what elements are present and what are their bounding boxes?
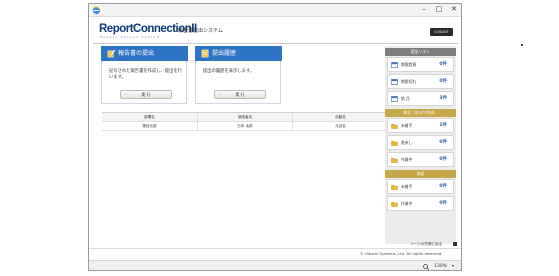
zoom-level[interactable]: 130% <box>434 264 447 269</box>
submission-list-header: 提出リスト <box>385 48 456 56</box>
header-divider <box>93 43 458 44</box>
copyright: © Hitachi Systems, Ltd. All rights reser… <box>360 251 443 256</box>
sidebar-item-my-not-started[interactable]: 未着手 1件 <box>387 118 454 133</box>
sidebar-item-count: 0件 <box>439 140 447 145</box>
pencil-note-icon <box>107 49 116 58</box>
sidebar-item-label: 差戻し <box>401 140 413 145</box>
footer-divider <box>89 248 461 249</box>
sidebar-item-previous-month[interactable]: 前 月 3件 <box>387 91 454 106</box>
sidebar-item-approval-not-started[interactable]: 未着手 0件 <box>387 179 454 194</box>
sidebar-item-my-in-progress[interactable]: 作業中 0件 <box>387 152 454 167</box>
sidebar-item-approval-in-progress[interactable]: 作業中 0件 <box>387 196 454 211</box>
column-header: 部署名 <box>144 115 155 119</box>
zoom-icon <box>423 264 429 270</box>
submit-report-card-title: 報告書の提出 <box>118 50 155 57</box>
sidebar-item-count: 0件 <box>439 201 447 206</box>
sidebar-item-count: 1件 <box>439 123 447 128</box>
status-sidebar: 提出リスト 期限超過 0件 期限切れ 0件 前 月 3件 報告（自分が作成） 未… <box>385 46 456 244</box>
table-row: 第百元部 日本 太郎 元自名 <box>102 122 388 131</box>
table-cell: 日本 太郎 <box>197 122 292 131</box>
table-header-row: 部署名 使用者名 自動名 <box>102 113 388 122</box>
column-header: 使用者名 <box>197 113 292 122</box>
history-execute-button[interactable]: › 実 行 <box>214 90 266 99</box>
app-header: ReportConnectionII Report Output System … <box>89 17 461 44</box>
history-card-title: 提出履歴 <box>212 50 237 57</box>
logout-button[interactable]: LOGOUT <box>430 28 453 36</box>
chevron-down-icon[interactable]: ▾ <box>452 263 454 268</box>
submit-report-description: 記号された報告書を作成し、提出を行います。 <box>109 69 183 80</box>
screen: – □ ✕ ReportConnectionII Report Output S… <box>0 0 559 276</box>
history-card: 提出履歴 提出の履歴を表示します。 › 実 行 <box>195 46 282 104</box>
my-reports-header: 報告（自分が作成） <box>385 109 456 117</box>
history-document-icon <box>201 49 209 58</box>
close-button[interactable]: ✕ <box>447 4 461 15</box>
sidebar-item-label: 前 月 <box>401 96 410 101</box>
sidebar-item-count: 0件 <box>439 79 447 84</box>
column-header: 自動名 <box>292 113 388 122</box>
approval-header: 承認 <box>385 170 456 178</box>
title-bar: – □ ✕ <box>89 4 461 17</box>
sidebar-item-expired[interactable]: 期限切れ 0件 <box>387 74 454 89</box>
chevron-right-icon: › <box>219 92 221 96</box>
folder-icon <box>391 202 398 207</box>
arrow-up-icon[interactable] <box>453 242 457 246</box>
chevron-right-icon: › <box>125 92 127 96</box>
folder-icon <box>391 124 398 129</box>
sidebar-item-label: 未着手 <box>401 123 413 128</box>
sidebar-item-label: 未着手 <box>401 184 413 189</box>
sidebar-item-overdue[interactable]: 期限超過 0件 <box>387 57 454 72</box>
logo-subtitle: Report Output System <box>100 36 161 39</box>
minimize-button[interactable]: – <box>417 4 431 15</box>
sidebar-item-count: 0件 <box>439 62 447 67</box>
sidebar-item-label: 期限切れ <box>401 79 417 84</box>
sidebar-item-my-returned[interactable]: 差戻し 0件 <box>387 135 454 150</box>
system-name: 報告書提出システム <box>178 28 223 34</box>
stray-dot <box>521 44 523 46</box>
execute-button-label: 実 行 <box>235 92 245 97</box>
folder-icon <box>391 185 398 190</box>
execute-button-label: 実 行 <box>141 92 151 97</box>
calendar-icon <box>391 62 398 68</box>
sidebar-item-count: 0件 <box>439 184 447 189</box>
submit-report-card: 報告書の提出 記号された報告書を作成し、提出を行います。 › 実 行 <box>101 46 188 104</box>
submit-report-execute-button[interactable]: › 実 行 <box>120 90 172 99</box>
sidebar-item-label: 作業中 <box>401 157 413 162</box>
calendar-icon <box>391 79 398 85</box>
sidebar-item-label: 期限超過 <box>401 62 417 67</box>
sidebar-item-count: 0件 <box>439 157 447 162</box>
calendar-icon <box>391 96 398 102</box>
sidebar-item-label: 作業中 <box>401 201 413 206</box>
history-description: 提出の履歴を表示します。 <box>203 69 255 74</box>
browser-icon <box>92 6 101 15</box>
folder-icon <box>391 141 398 146</box>
user-summary-table: 部署名 使用者名 自動名 第百元部 日本 太郎 元自名 <box>102 112 388 131</box>
submit-report-card-header: 報告書の提出 <box>101 46 188 61</box>
browser-window: – □ ✕ ReportConnectionII Report Output S… <box>88 3 462 271</box>
folder-icon <box>391 158 398 163</box>
sidebar-item-count: 3件 <box>439 96 447 101</box>
browser-status-bar: 130% ▾ <box>89 260 461 270</box>
table-cell: 第百元部 <box>142 124 157 128</box>
back-to-top-link[interactable]: ページの先頭に戻る <box>410 242 442 247</box>
history-card-header: 提出履歴 <box>195 46 282 61</box>
table-cell: 元自名 <box>292 122 388 131</box>
maximize-button[interactable]: □ <box>432 4 446 15</box>
